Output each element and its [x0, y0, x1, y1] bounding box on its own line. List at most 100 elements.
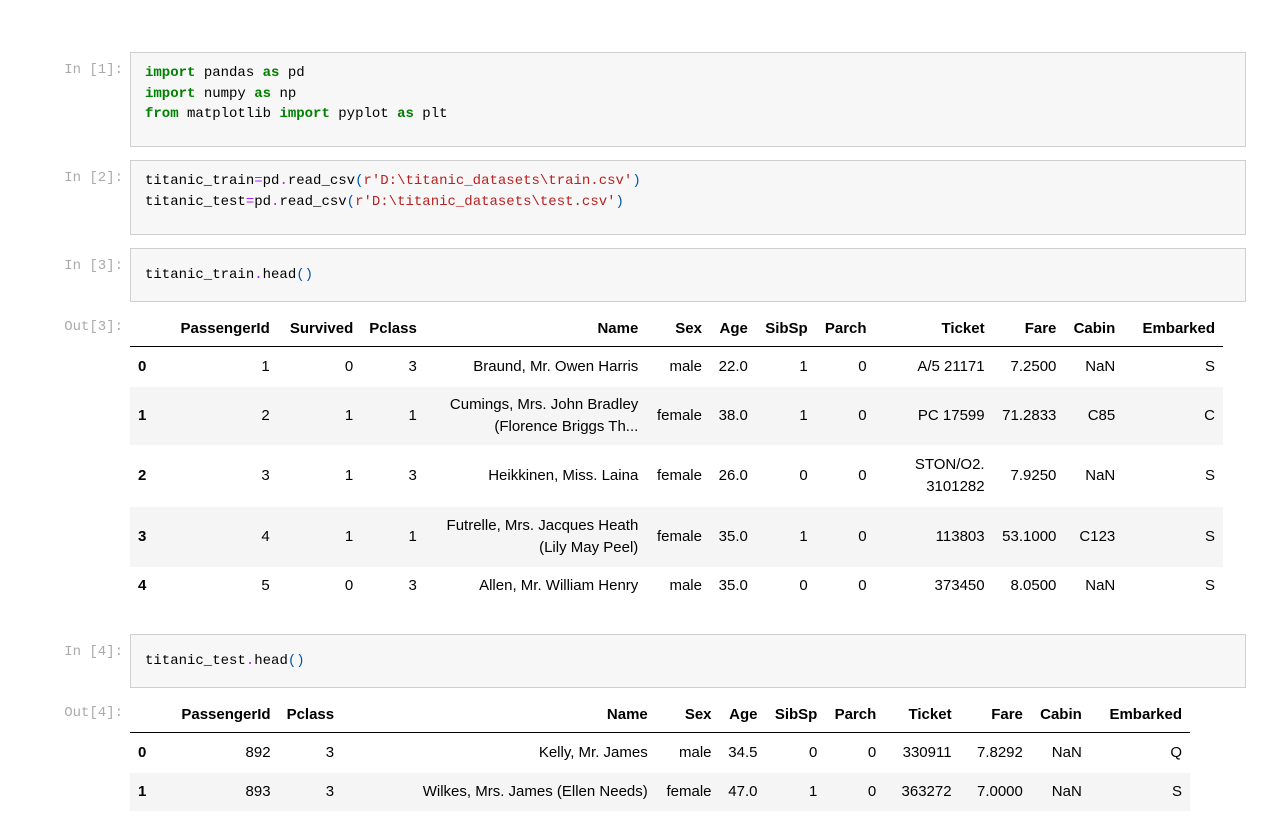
code-token: np — [271, 85, 297, 102]
input-prompt: In [1]: — [64, 62, 123, 78]
code-token: from — [145, 106, 179, 122]
code-token: () — [287, 653, 305, 669]
table-cell: 7.2500 — [1010, 357, 1057, 375]
table-cell: 0 — [858, 527, 867, 545]
code-token: import — [145, 85, 196, 102]
dataframe-train-head: PassengerId Survived Pclass Name Sex Age… — [130, 312, 1223, 605]
row-index: 2 — [138, 466, 147, 484]
table-cell: Braund, Mr. Owen Harris — [473, 357, 639, 375]
table-cell: 892 — [245, 743, 271, 761]
table-cell: 373450 — [934, 576, 985, 594]
ticket-line: 3101282 — [926, 477, 985, 495]
row-index: 0 — [138, 357, 147, 375]
code-token: r'D:\titanic_datasets\train.csv' — [363, 173, 633, 189]
code-token: . — [279, 173, 288, 189]
table-cell: Q — [1170, 743, 1182, 761]
table-row: 4 5 0 3 Allen, Mr. William Henry male 35… — [130, 566, 1223, 605]
name-line: (Lily May Peel) — [539, 538, 639, 556]
code-editor[interactable]: titanic_train.head() — [130, 248, 1246, 302]
code-token: import — [145, 65, 196, 81]
code-token: () — [296, 267, 314, 283]
code-editor[interactable]: import pandas as pd import numpy as np f… — [130, 52, 1246, 147]
table-cell: 22.0 — [718, 357, 748, 375]
table-cell: Allen, Mr. William Henry — [479, 576, 639, 594]
table-cell-name: Futrelle, Mrs. Jacques Heath (Lily May Pe… — [425, 507, 647, 567]
table-cell: 1 — [408, 527, 417, 545]
column-header: Age — [719, 698, 766, 733]
table-cell: male — [669, 576, 702, 594]
table-cell: 363272 — [901, 782, 952, 800]
code-editor[interactable]: titanic_test.head() — [130, 634, 1246, 688]
table-cell: Kelly, Mr. James — [538, 743, 648, 761]
table-cell: S — [1204, 357, 1215, 375]
ticket-line: STON/O2. — [914, 455, 985, 473]
column-header — [130, 312, 162, 347]
table-cell-name: Cumings, Mrs. John Bradley (Florence Brig… — [425, 387, 647, 445]
table-cell: 0 — [799, 466, 808, 484]
column-header: Parch — [825, 698, 885, 733]
table-cell: 1 — [809, 782, 818, 800]
code-token: read_csv — [279, 193, 347, 210]
table-row: 1 2 1 1 Cumings, Mrs. John Bradley (Flore… — [130, 386, 1223, 445]
table-cell: Wilkes, Mrs. James (Ellen Needs) — [422, 782, 648, 800]
table-cell: 0 — [867, 782, 877, 800]
table-cell: 35.0 — [718, 576, 748, 594]
table-cell: NaN — [1051, 782, 1082, 800]
table-cell: A/5 21171 — [917, 357, 985, 375]
table-cell: 38.0 — [718, 406, 748, 424]
table-cell: 47.0 — [728, 782, 758, 800]
code-token: head — [254, 653, 288, 669]
table-cell: PC 17599 — [917, 406, 985, 424]
table-cell: 0 — [858, 357, 867, 375]
code-token: ( — [346, 193, 356, 210]
column-header: SibSp — [765, 698, 826, 733]
code-token: pd — [262, 173, 280, 189]
column-header: Fare — [992, 312, 1065, 347]
name-line: Futrelle, Mrs. Jacques Heath — [446, 516, 639, 534]
table-cell: NaN — [1085, 357, 1116, 375]
table-cell: NaN — [1085, 576, 1116, 594]
dataframe-test-head: PassengerId Pclass Name Sex Age SibSp Pa… — [130, 698, 1190, 811]
table-row: 3 4 1 1 Futrelle, Mrs. Jacques Heath (Lil… — [130, 506, 1223, 567]
column-header: Ticket — [874, 312, 993, 347]
table-cell: 0 — [867, 743, 877, 761]
input-prompt: In [2]: — [64, 170, 123, 186]
code-token: numpy — [195, 85, 255, 102]
input-prompt: In [3]: — [64, 258, 123, 274]
column-header: Sex — [646, 312, 710, 347]
code-token: plt — [413, 106, 448, 122]
code-token: as — [254, 85, 272, 102]
column-header: Survived — [277, 312, 362, 347]
code-token: import — [279, 106, 330, 122]
table-cell: 3 — [408, 466, 417, 484]
code-token: . — [254, 267, 263, 283]
name-line: Cumings, Mrs. John Bradley — [449, 395, 639, 413]
table-cell: 3 — [325, 743, 335, 761]
column-header: Parch — [815, 312, 875, 347]
code-token: as — [262, 65, 280, 81]
row-index: 1 — [138, 406, 147, 424]
table-cell: 3 — [408, 576, 417, 594]
table-cell: 35.0 — [718, 527, 748, 545]
table-cell: NaN — [1085, 466, 1116, 484]
table-cell: 71.2833 — [1002, 406, 1057, 424]
table-cell: female — [666, 782, 712, 800]
code-token: = — [245, 193, 255, 210]
table-cell: female — [656, 406, 702, 424]
row-index: 1 — [138, 782, 147, 800]
table-cell: NaN — [1051, 743, 1082, 761]
code-token: as — [397, 106, 414, 122]
code-token: pd — [254, 193, 272, 210]
row-index: 3 — [138, 527, 147, 545]
code-editor[interactable]: titanic_train=pd.read_csv(r'D:\titanic_d… — [130, 160, 1246, 235]
code-token: titanic_test — [145, 193, 246, 210]
table-cell: 893 — [245, 782, 271, 800]
code-token: matplotlib — [178, 106, 280, 122]
column-header: PassengerId — [161, 698, 279, 733]
code-token: = — [254, 173, 263, 189]
table-cell: 1 — [344, 527, 354, 545]
column-header: Pclass — [278, 698, 343, 733]
code-token: read_csv — [287, 173, 356, 189]
table-cell: 26.0 — [718, 466, 748, 484]
row-index: 4 — [138, 576, 147, 594]
